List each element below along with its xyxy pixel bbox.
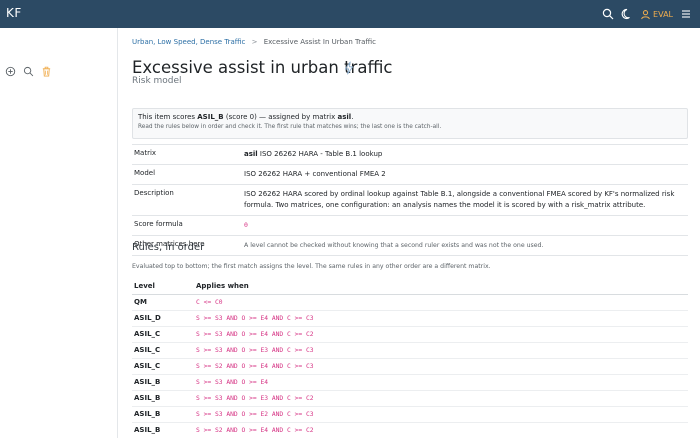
table-row: ASIL_B S >= S3 AND O >= E3 AND C >= C2 [132, 390, 688, 407]
user-label: EVAL [653, 9, 673, 19]
breadcrumb-separator: > [251, 38, 258, 46]
top-bar: KF EVAL [0, 0, 700, 28]
top-bar-actions: EVAL [602, 7, 692, 21]
trash-icon[interactable] [41, 66, 52, 77]
formula-value: 0 [244, 221, 248, 229]
model-value: ISO 26262 HARA + conventional FMEA 2 [242, 164, 688, 185]
matrix-info-table: Matrix asil ISO 26262 HARA - Table B.1 l… [132, 144, 688, 256]
description-value: ISO 26262 HARA scored by ordinal lookup … [242, 184, 688, 216]
rules-table-body: QM C <= C0 ASIL_D S >= S3 AND O >= E4 AND C… [132, 294, 688, 438]
rule-condition: C <= C0 [194, 294, 688, 311]
page-subtitle: Risk model [132, 76, 182, 86]
search-icon[interactable] [23, 66, 34, 77]
info-row-formula: Score formula 0 [132, 215, 688, 236]
column-header-applies: Applies when [194, 279, 688, 295]
score-matrix: asil [337, 113, 352, 121]
info-row-matrix: Matrix asil ISO 26262 HARA - Table B.1 l… [132, 144, 688, 165]
table-row: ASIL_C S >= S3 AND O >= E3 AND C >= C3 [132, 342, 688, 359]
rule-level: ASIL_C [132, 326, 194, 343]
user-menu[interactable]: EVAL [640, 9, 673, 20]
rule-condition: S >= S3 AND O >= E4 AND C >= C3 [194, 310, 688, 327]
moon-icon[interactable] [621, 8, 633, 20]
rule-condition: S >= S3 AND O >= E4 [194, 374, 688, 391]
matrix-label: Matrix [132, 144, 242, 165]
matrix-code: asil [244, 150, 258, 158]
search-icon[interactable] [602, 8, 614, 20]
description-label: Description [132, 184, 242, 216]
rule-level: ASIL_B [132, 374, 194, 391]
score-level: ASIL_B [197, 113, 224, 121]
info-row-model: Model ISO 26262 HARA + conventional FMEA… [132, 164, 688, 185]
add-circle-icon[interactable] [5, 66, 16, 77]
table-row: QM C <= C0 [132, 294, 688, 311]
rule-level: ASIL_C [132, 342, 194, 359]
table-row: ASIL_B S >= S3 AND O >= E2 AND C >= C3 [132, 406, 688, 423]
model-label: Model [132, 164, 242, 185]
rule-condition: S >= S2 AND O >= E4 AND C >= C3 [194, 358, 688, 375]
menu-icon[interactable] [680, 8, 692, 20]
matrix-value: asil ISO 26262 HARA - Table B.1 lookup [242, 144, 688, 165]
rules-header-row: Level Applies when [132, 279, 688, 295]
score-notice: This item scores ASIL_B (score 0) — assi… [132, 108, 688, 139]
table-row: ASIL_C S >= S3 AND O >= E4 AND C >= C2 [132, 326, 688, 343]
score-instructions: Read the rules below in order and check … [138, 124, 442, 130]
rule-level: ASIL_C [132, 358, 194, 375]
rule-level: QM [132, 294, 194, 311]
sidebar [0, 28, 118, 438]
table-row: ASIL_B S >= S2 AND O >= E4 AND C >= C2 [132, 422, 688, 438]
rule-condition: S >= S3 AND O >= E4 AND C >= C2 [194, 326, 688, 343]
rule-level: ASIL_B [132, 390, 194, 407]
info-row-other: Other matrices here A level cannot be ch… [132, 235, 688, 256]
rules-heading: Rules, in order [132, 242, 205, 253]
lightning-bolt-icon [344, 61, 354, 75]
breadcrumb-parent-link[interactable]: Urban, Low Speed, Dense Traffic [132, 38, 245, 46]
rules-note: Evaluated top to bottom; the first match… [132, 263, 491, 270]
rule-level: ASIL_D [132, 310, 194, 327]
rule-level: ASIL_B [132, 422, 194, 438]
table-row: ASIL_B S >= S3 AND O >= E4 [132, 374, 688, 391]
breadcrumb-current: Excessive Assist In Urban Traffic [263, 38, 377, 46]
rule-condition: S >= S3 AND O >= E2 AND C >= C3 [194, 406, 688, 423]
rules-table: Level Applies when QM C <= C0 ASIL_D S >= S… [132, 279, 688, 438]
user-icon [641, 9, 650, 19]
other-matrices-value: A level cannot be checked without knowin… [244, 242, 544, 249]
formula-label: Score formula [132, 215, 242, 236]
table-row: ASIL_C S >= S2 AND O >= E4 AND C >= C3 [132, 358, 688, 375]
rule-condition: S >= S3 AND O >= E3 AND C >= C2 [194, 390, 688, 407]
sidebar-toolbar [5, 66, 52, 77]
info-row-description: Description ISO 26262 HARA scored by ord… [132, 184, 688, 216]
brand-logo[interactable]: KF [6, 6, 22, 20]
score-summary: This item scores ASIL_B (score 0) — assi… [138, 113, 354, 121]
table-row: ASIL_D S >= S3 AND O >= E4 AND C >= C3 [132, 310, 688, 327]
column-header-level: Level [132, 279, 194, 295]
breadcrumb: Urban, Low Speed, Dense Traffic > Excess… [132, 38, 376, 46]
rule-condition: S >= S3 AND O >= E3 AND C >= C3 [194, 342, 688, 359]
rule-condition: S >= S2 AND O >= E4 AND C >= C2 [194, 422, 688, 438]
rule-level: ASIL_B [132, 406, 194, 423]
